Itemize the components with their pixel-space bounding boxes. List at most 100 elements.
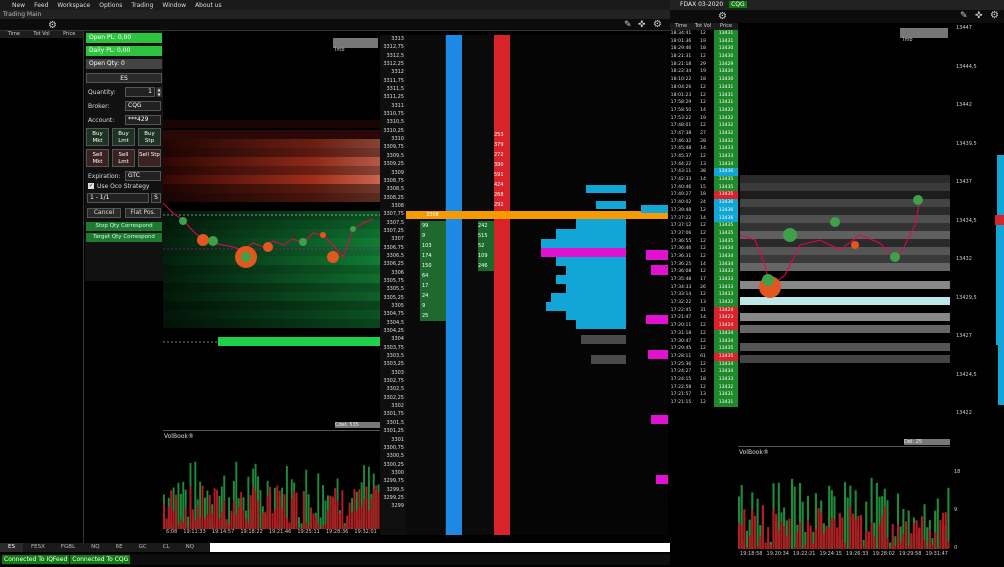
menu-item-window[interactable]: Window	[162, 2, 186, 9]
expiration-select[interactable]: GTC	[125, 171, 161, 181]
buy-mkt-button[interactable]: Buy Mkt	[86, 128, 109, 146]
tab-6e-4[interactable]: 6E	[108, 543, 131, 552]
price-level[interactable]: 3300,25	[380, 461, 406, 469]
gear-icon[interactable]: ⚙	[990, 10, 999, 21]
price-level[interactable]: 3299	[380, 502, 406, 510]
sell-stp-button[interactable]: Sell Stp	[138, 149, 161, 167]
price-level[interactable]: 3302,5	[380, 385, 406, 393]
price-level[interactable]: 3304,25	[380, 327, 406, 335]
price-level[interactable]: 3305,5	[380, 285, 406, 293]
broker-select[interactable]: CQG	[125, 101, 161, 111]
price-level[interactable]: 3301,75	[380, 410, 406, 418]
flat-position-button[interactable]: Flat Pos.	[125, 208, 161, 218]
settings-icon[interactable]: ⚙	[718, 11, 727, 22]
price-level[interactable]: 3301	[380, 436, 406, 444]
stop-qty-button[interactable]: Stop Qty Correspond	[86, 222, 162, 231]
quantity-stepper[interactable]: ▲▼	[156, 87, 162, 97]
price-level[interactable]: 3299,5	[380, 486, 406, 494]
price-level[interactable]: 3308,5	[380, 185, 406, 193]
settings-icon[interactable]: ⚙	[48, 20, 57, 31]
oco-checkbox[interactable]: ✓	[88, 183, 94, 189]
oco-select[interactable]: 1 - 1/1	[87, 193, 149, 203]
price-level[interactable]: 3304,5	[380, 319, 406, 327]
price-level[interactable]: 3312,25	[380, 60, 406, 68]
price-level[interactable]: 3299,75	[380, 477, 406, 485]
price-level[interactable]: 3305,75	[380, 277, 406, 285]
drawing-icon[interactable]: ✎	[960, 11, 968, 21]
price-level[interactable]: 3312,5	[380, 52, 406, 60]
price-level[interactable]: 3307,5	[380, 219, 406, 227]
price-level[interactable]: 3303	[380, 369, 406, 377]
price-level[interactable]: 3307,25	[380, 227, 406, 235]
settings-icon-right[interactable]: ⚙	[653, 19, 662, 30]
depth-of-market[interactable]: 3308 253379272390591424268292 9991031741…	[406, 35, 668, 535]
price-level[interactable]: 3302	[380, 402, 406, 410]
menu-item-new[interactable]: New	[12, 2, 25, 9]
sell-mkt-button[interactable]: Sell Mkt	[86, 149, 109, 167]
menu-item-feed[interactable]: Feed	[34, 2, 48, 9]
price-level[interactable]: 3309	[380, 169, 406, 177]
price-level[interactable]: 3310	[380, 135, 406, 143]
price-level[interactable]: 3301,5	[380, 419, 406, 427]
price-level[interactable]: 3307	[380, 235, 406, 243]
price-level[interactable]: 3302,75	[380, 377, 406, 385]
sell-lmt-button[interactable]: Sell Lmt	[112, 149, 135, 167]
price-level[interactable]: 3309,25	[380, 160, 406, 168]
price-level[interactable]: 3310,75	[380, 110, 406, 118]
tab-cl-6[interactable]: CL	[155, 543, 178, 552]
price-level[interactable]: 3305,25	[380, 294, 406, 302]
price-level[interactable]: 3310,5	[380, 118, 406, 126]
price-level[interactable]: 3304	[380, 335, 406, 343]
price-level[interactable]: 3311,25	[380, 93, 406, 101]
price-level[interactable]: 3304,75	[380, 310, 406, 318]
price-level[interactable]: 3311,75	[380, 77, 406, 85]
quantity-input[interactable]: 1	[125, 87, 155, 97]
tab-gc-5[interactable]: GC	[131, 543, 155, 552]
price-level[interactable]: 3309,5	[380, 152, 406, 160]
crosshair-icon[interactable]: ✜	[975, 11, 983, 21]
tab-es-0[interactable]: ES	[0, 543, 23, 552]
price-level[interactable]: 3303,75	[380, 344, 406, 352]
orderflow-heatmap[interactable]: Imb	[163, 35, 380, 430]
buy-lmt-button[interactable]: Buy Lmt	[112, 128, 135, 146]
price-level[interactable]: 3311	[380, 102, 406, 110]
price-level[interactable]: 3305	[380, 302, 406, 310]
tab-fgbl-2[interactable]: FGBL	[53, 543, 83, 552]
price-level[interactable]: 3312	[380, 68, 406, 76]
menu-item-trading[interactable]: Trading	[131, 2, 153, 9]
price-level[interactable]: 3301,25	[380, 427, 406, 435]
price-level[interactable]: 3308	[380, 202, 406, 210]
price-level[interactable]: 3310,25	[380, 127, 406, 135]
buy-stp-button[interactable]: Buy Stp	[138, 128, 161, 146]
crosshair-icon[interactable]: ✜	[638, 20, 646, 30]
menu-item-options[interactable]: Options	[99, 2, 122, 9]
price-level[interactable]: 3313	[380, 35, 406, 43]
price-level[interactable]: 3303,25	[380, 360, 406, 368]
price-level[interactable]: 3299,25	[380, 494, 406, 502]
orderflow-heatmap-right[interactable]: Imb	[740, 25, 950, 440]
price-level[interactable]: 3300,75	[380, 444, 406, 452]
price-level[interactable]: 3303,5	[380, 352, 406, 360]
price-level[interactable]: 3312,75	[380, 43, 406, 51]
price-level[interactable]: 3300,5	[380, 452, 406, 460]
price-level[interactable]: 3309,75	[380, 143, 406, 151]
price-level[interactable]: 3308,75	[380, 177, 406, 185]
account-select[interactable]: ***429	[125, 115, 161, 125]
tab-nq-3[interactable]: NQ	[83, 543, 107, 552]
oco-s-button[interactable]: S	[151, 193, 161, 203]
target-qty-button[interactable]: Target Qty Correspond	[86, 233, 162, 242]
drawing-icon[interactable]: ✎	[624, 20, 632, 30]
cancel-button[interactable]: Cancel	[87, 208, 121, 218]
tab-fesx-1[interactable]: FESX	[23, 543, 53, 552]
price-level[interactable]: 3306	[380, 269, 406, 277]
price-level[interactable]: 3308,25	[380, 194, 406, 202]
menu-item-about-us[interactable]: About us	[195, 2, 222, 9]
tab-nq-7[interactable]: NQ	[178, 543, 202, 552]
price-level[interactable]: 3307,75	[380, 210, 406, 218]
price-level[interactable]: 3311,5	[380, 85, 406, 93]
price-level[interactable]: 3302,25	[380, 394, 406, 402]
price-level[interactable]: 3306,75	[380, 244, 406, 252]
price-level[interactable]: 3300	[380, 469, 406, 477]
price-level[interactable]: 3306,5	[380, 252, 406, 260]
menu-item-workspace[interactable]: Workspace	[57, 2, 90, 9]
